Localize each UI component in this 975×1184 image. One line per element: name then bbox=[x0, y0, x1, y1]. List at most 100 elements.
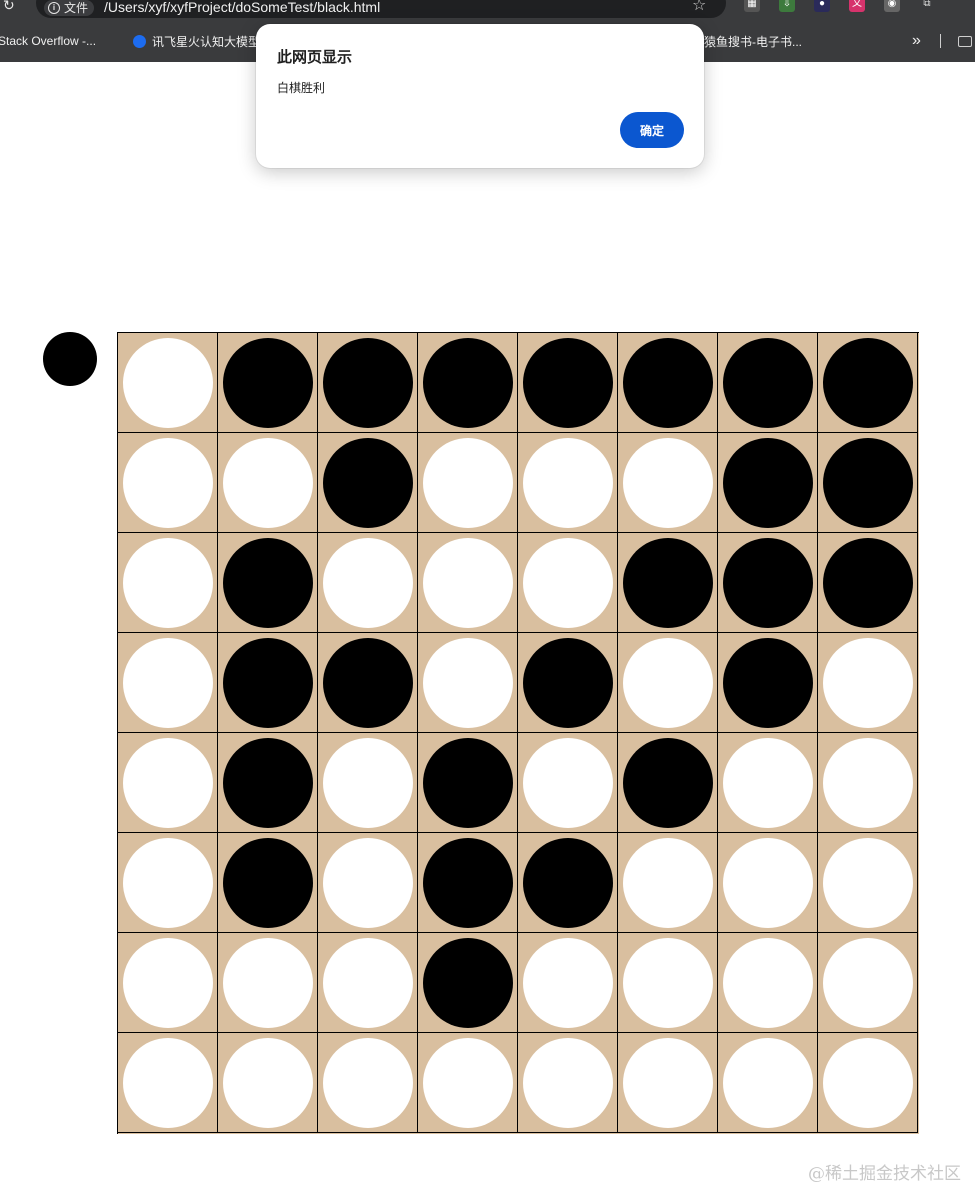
board-cell[interactable] bbox=[618, 933, 718, 1033]
white-piece bbox=[123, 338, 213, 428]
board-cell[interactable] bbox=[518, 633, 618, 733]
board-cell[interactable] bbox=[818, 433, 918, 533]
board-cell[interactable] bbox=[318, 733, 418, 833]
white-piece bbox=[123, 838, 213, 928]
board-cell[interactable] bbox=[518, 933, 618, 1033]
board-cell[interactable] bbox=[618, 733, 718, 833]
board-cell[interactable] bbox=[118, 1033, 218, 1133]
board-cell[interactable] bbox=[418, 833, 518, 933]
board-cell[interactable] bbox=[618, 833, 718, 933]
board-cell[interactable] bbox=[118, 433, 218, 533]
board-cell[interactable] bbox=[218, 633, 318, 733]
board-cell[interactable] bbox=[518, 533, 618, 633]
board-cell[interactable] bbox=[118, 733, 218, 833]
url-text[interactable]: /Users/xyf/xyfProject/doSomeTest/black.h… bbox=[104, 0, 380, 14]
panda-extension-icon[interactable]: ● bbox=[814, 0, 830, 12]
board-cell[interactable] bbox=[618, 1033, 718, 1133]
board-cell[interactable] bbox=[118, 933, 218, 1033]
board-cell[interactable] bbox=[418, 433, 518, 533]
board-cell[interactable] bbox=[218, 933, 318, 1033]
board-cell[interactable] bbox=[318, 433, 418, 533]
ok-button[interactable]: 确定 bbox=[620, 112, 684, 148]
white-piece bbox=[423, 1038, 513, 1128]
board-cell[interactable] bbox=[118, 633, 218, 733]
board-cell[interactable] bbox=[818, 533, 918, 633]
bookmark-item[interactable]: Stack Overflow -... bbox=[0, 34, 96, 48]
board-cell[interactable] bbox=[318, 833, 418, 933]
bookmark-overflow-button[interactable]: » bbox=[912, 32, 921, 50]
white-piece bbox=[123, 638, 213, 728]
board-cell[interactable] bbox=[318, 533, 418, 633]
board-cell[interactable] bbox=[618, 533, 718, 633]
white-piece bbox=[223, 1038, 313, 1128]
dialog-message: 白棋胜利 bbox=[277, 81, 326, 95]
board-cell[interactable] bbox=[818, 1033, 918, 1133]
white-piece bbox=[123, 738, 213, 828]
board-cell[interactable] bbox=[518, 733, 618, 833]
board-cell[interactable] bbox=[518, 433, 618, 533]
board-cell[interactable] bbox=[218, 533, 318, 633]
board-cell[interactable] bbox=[718, 833, 818, 933]
black-piece bbox=[623, 538, 713, 628]
board-cell[interactable] bbox=[618, 633, 718, 733]
board-cell[interactable] bbox=[418, 1033, 518, 1133]
board-cell[interactable] bbox=[218, 433, 318, 533]
screenshot-extension-icon[interactable]: ◉ bbox=[884, 0, 900, 12]
board-cell[interactable] bbox=[118, 533, 218, 633]
board-cell[interactable] bbox=[818, 933, 918, 1033]
white-piece bbox=[523, 738, 613, 828]
board-cell[interactable] bbox=[818, 833, 918, 933]
bookmark-star-icon[interactable]: ☆ bbox=[692, 0, 706, 14]
bookmark-item[interactable]: 讯飞星火认知大模型 bbox=[133, 33, 260, 50]
board-cell[interactable] bbox=[718, 933, 818, 1033]
board-cell[interactable] bbox=[618, 333, 718, 433]
translate-extension-icon[interactable]: 文 bbox=[849, 0, 865, 12]
board-cell[interactable] bbox=[218, 333, 318, 433]
board-cell[interactable] bbox=[518, 833, 618, 933]
white-piece bbox=[823, 638, 913, 728]
white-piece bbox=[423, 638, 513, 728]
board-cell[interactable] bbox=[118, 333, 218, 433]
white-piece bbox=[823, 838, 913, 928]
address-bar[interactable]: i 文件 /Users/xyf/xyfProject/doSomeTest/bl… bbox=[36, 0, 726, 18]
folder-icon[interactable] bbox=[958, 35, 972, 47]
extensions-puzzle-icon[interactable]: ⧉ bbox=[919, 0, 935, 12]
qr-code-extension-icon[interactable]: ▦ bbox=[744, 0, 760, 12]
bookmark-label: Stack Overflow -... bbox=[0, 34, 97, 48]
board-cell[interactable] bbox=[518, 1033, 618, 1133]
extension-toolbar: ▦ ⇩ ● 文 ◉ ⧉ bbox=[744, 0, 935, 12]
board-cell[interactable] bbox=[418, 633, 518, 733]
board-cell[interactable] bbox=[418, 333, 518, 433]
board-cell[interactable] bbox=[718, 1033, 818, 1133]
white-piece bbox=[523, 438, 613, 528]
black-piece bbox=[723, 538, 813, 628]
site-info-chip[interactable]: i 文件 bbox=[44, 0, 95, 16]
board-cell[interactable] bbox=[818, 733, 918, 833]
download-extension-icon[interactable]: ⇩ bbox=[779, 0, 795, 12]
board-cell[interactable] bbox=[318, 933, 418, 1033]
board-cell[interactable] bbox=[718, 433, 818, 533]
board-cell[interactable] bbox=[318, 1033, 418, 1133]
board-cell[interactable] bbox=[718, 333, 818, 433]
board-cell[interactable] bbox=[718, 533, 818, 633]
white-piece bbox=[823, 938, 913, 1028]
board-cell[interactable] bbox=[618, 433, 718, 533]
board-cell[interactable] bbox=[718, 733, 818, 833]
bookmark-item[interactable]: 猿鱼搜书-电子书... bbox=[704, 33, 802, 50]
dialog-title: 此网页显示 bbox=[277, 49, 353, 66]
board-cell[interactable] bbox=[418, 533, 518, 633]
board-cell[interactable] bbox=[718, 633, 818, 733]
board-cell[interactable] bbox=[118, 833, 218, 933]
board-cell[interactable] bbox=[818, 333, 918, 433]
board-cell[interactable] bbox=[818, 633, 918, 733]
board-cell[interactable] bbox=[318, 633, 418, 733]
black-piece bbox=[423, 338, 513, 428]
board-cell[interactable] bbox=[318, 333, 418, 433]
reload-icon[interactable]: ↻ bbox=[3, 0, 15, 12]
board-cell[interactable] bbox=[218, 833, 318, 933]
board-cell[interactable] bbox=[418, 933, 518, 1033]
board-cell[interactable] bbox=[518, 333, 618, 433]
board-cell[interactable] bbox=[218, 1033, 318, 1133]
board-cell[interactable] bbox=[218, 733, 318, 833]
board-cell[interactable] bbox=[418, 733, 518, 833]
